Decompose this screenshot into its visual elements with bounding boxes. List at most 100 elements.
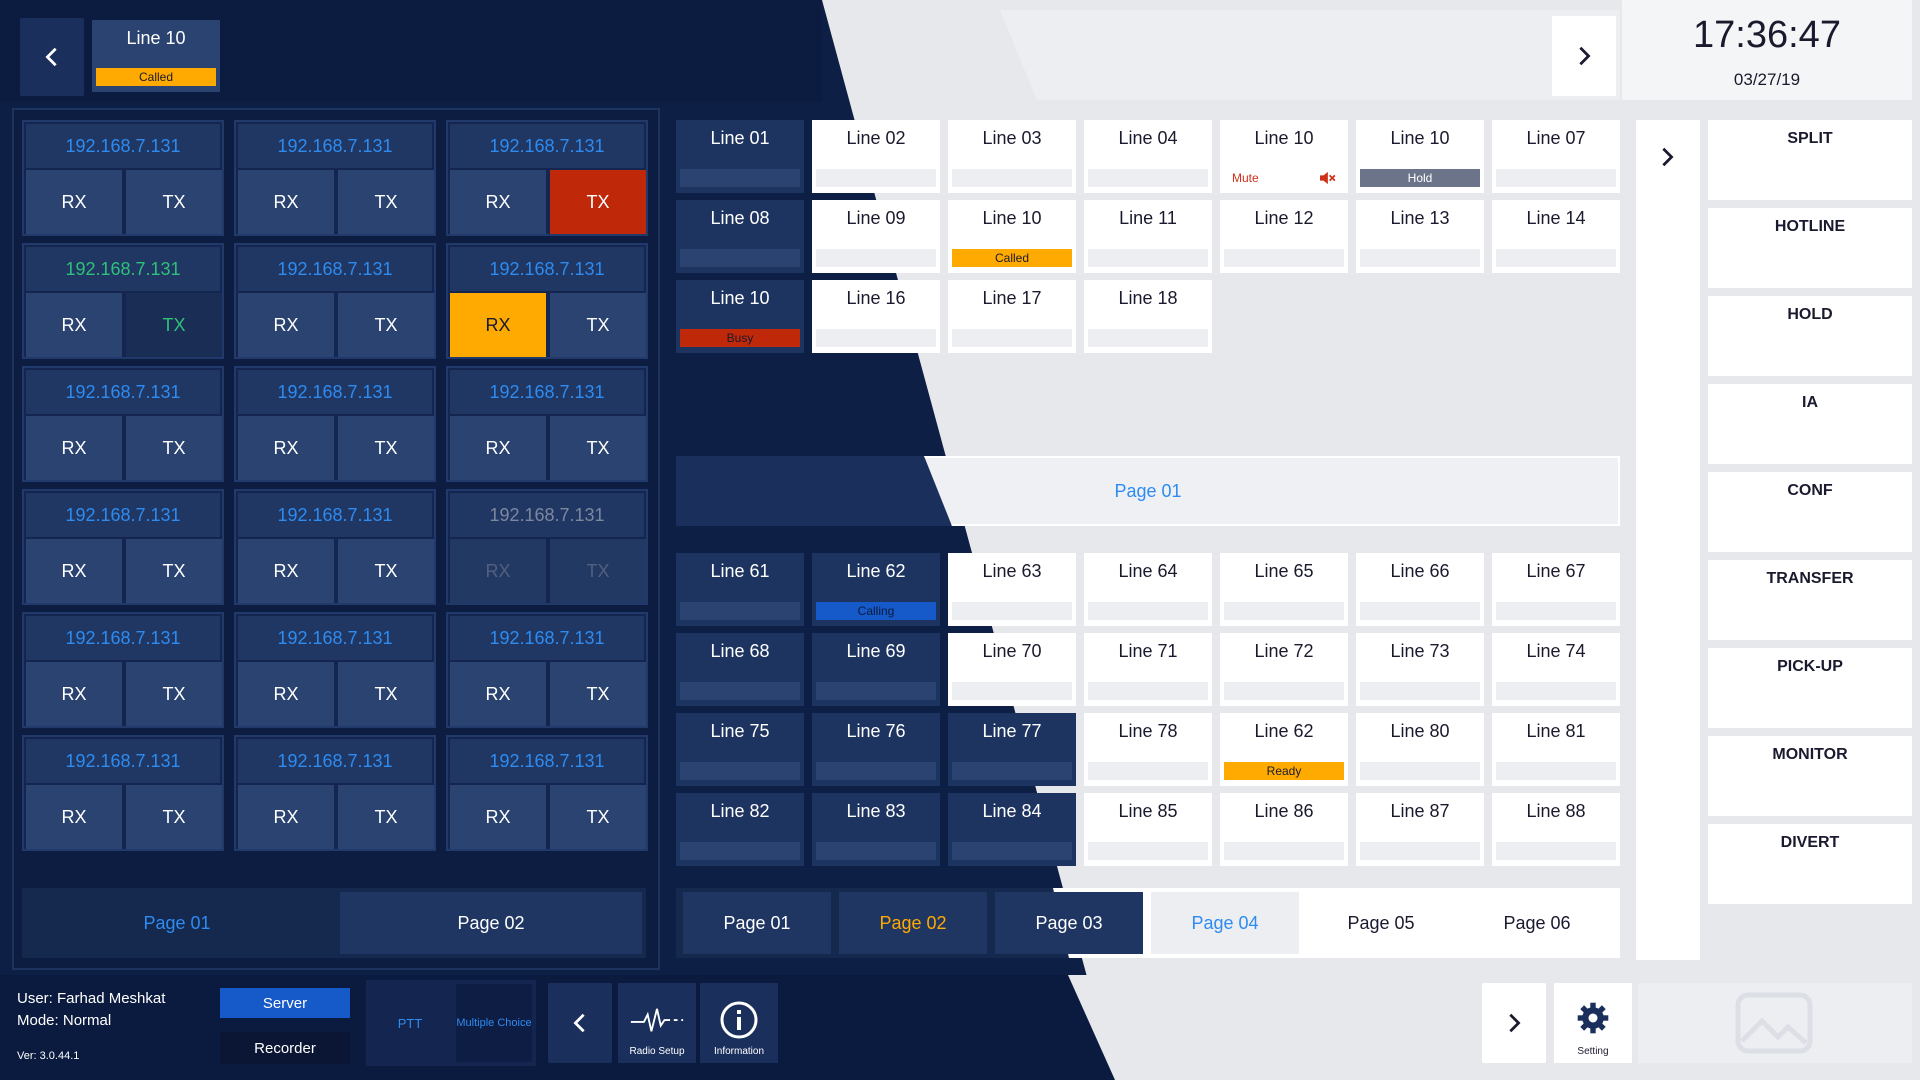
line-page-button[interactable]: Page 03	[995, 892, 1143, 954]
radio-page-01[interactable]: Page 01	[22, 888, 332, 958]
line-button[interactable]: Line 76	[812, 713, 940, 786]
line-button[interactable]: Line 08	[676, 200, 804, 273]
line-button[interactable]: Line 16	[812, 280, 940, 353]
line-button[interactable]: Line 61	[676, 553, 804, 626]
function-button[interactable]: TRANSFER	[1708, 560, 1912, 640]
line-button[interactable]: Line 85	[1084, 793, 1212, 866]
radio-rx-button[interactable]: RX	[26, 170, 122, 234]
top-next-button[interactable]	[1552, 16, 1616, 96]
line-button[interactable]: Line 82	[676, 793, 804, 866]
radio-tx-button[interactable]: TX	[126, 170, 222, 234]
line-button[interactable]: Line 73	[1356, 633, 1484, 706]
function-button[interactable]: MONITOR	[1708, 736, 1912, 816]
radio-rx-button[interactable]: RX	[450, 170, 546, 234]
radio-tx-button[interactable]: TX	[338, 170, 434, 234]
radio-tx-button[interactable]: TX	[338, 785, 434, 849]
function-button[interactable]: SPLIT	[1708, 120, 1912, 200]
function-button[interactable]: CONF	[1708, 472, 1912, 552]
function-button[interactable]: PICK-UP	[1708, 648, 1912, 728]
radio-tx-button[interactable]: TX	[550, 170, 646, 234]
radio-tx-button[interactable]: TX	[338, 662, 434, 726]
top-prev-button[interactable]	[20, 18, 84, 96]
line-button[interactable]: Line 65	[1220, 553, 1348, 626]
line-button[interactable]: Line 81	[1492, 713, 1620, 786]
radio-rx-button[interactable]: RX	[26, 662, 122, 726]
line-button[interactable]: Line 83	[812, 793, 940, 866]
function-button[interactable]: DIVERT	[1708, 824, 1912, 904]
line-page-button[interactable]: Page 02	[839, 892, 987, 954]
radio-rx-button[interactable]: RX	[450, 662, 546, 726]
line-button[interactable]: Line 69	[812, 633, 940, 706]
line-button[interactable]: Line 18	[1084, 280, 1212, 353]
line-button[interactable]: Line 10 Mute	[1220, 120, 1348, 193]
line-button[interactable]: Line 72	[1220, 633, 1348, 706]
radio-page-02[interactable]: Page 02	[340, 892, 642, 954]
function-button[interactable]: IA	[1708, 384, 1912, 464]
line-button[interactable]: Line 67	[1492, 553, 1620, 626]
line-button[interactable]: Line 10 Busy	[676, 280, 804, 353]
radio-rx-button[interactable]: RX	[450, 785, 546, 849]
line-button[interactable]: Line 01	[676, 120, 804, 193]
radio-rx-button[interactable]: RX	[238, 785, 334, 849]
line-button[interactable]: Line 68	[676, 633, 804, 706]
line-button[interactable]: Line 62 Calling	[812, 553, 940, 626]
radio-rx-button[interactable]: RX	[450, 539, 546, 603]
recorder-button[interactable]: Recorder	[220, 1032, 350, 1064]
line-button[interactable]: Line 14	[1492, 200, 1620, 273]
radio-tx-button[interactable]: TX	[338, 416, 434, 480]
middle-page-label[interactable]: Page 01	[676, 456, 1620, 526]
radio-rx-button[interactable]: RX	[238, 539, 334, 603]
radio-tx-button[interactable]: TX	[550, 293, 646, 357]
line-button[interactable]: Line 74	[1492, 633, 1620, 706]
line-button[interactable]: Line 64	[1084, 553, 1212, 626]
line-button[interactable]: Line 66	[1356, 553, 1484, 626]
line-button[interactable]: Line 13	[1356, 200, 1484, 273]
line-button[interactable]: Line 03	[948, 120, 1076, 193]
line-button[interactable]: Line 11	[1084, 200, 1212, 273]
footer-next-button[interactable]	[1482, 983, 1546, 1063]
line-button[interactable]: Line 87	[1356, 793, 1484, 866]
line-button[interactable]: Line 12	[1220, 200, 1348, 273]
multiple-choice-button[interactable]: Multiple Choice	[456, 984, 532, 1062]
radio-rx-button[interactable]: RX	[26, 416, 122, 480]
radio-rx-button[interactable]: RX	[450, 293, 546, 357]
lines-next-column[interactable]	[1636, 120, 1700, 960]
radio-rx-button[interactable]: RX	[26, 293, 122, 357]
information-button[interactable]: Information	[700, 983, 778, 1063]
radio-rx-button[interactable]: RX	[238, 416, 334, 480]
radio-rx-button[interactable]: RX	[26, 539, 122, 603]
line-page-button[interactable]: Page 01	[683, 892, 831, 954]
line-button[interactable]: Line 71	[1084, 633, 1212, 706]
line-button[interactable]: Line 04	[1084, 120, 1212, 193]
radio-tx-button[interactable]: TX	[550, 662, 646, 726]
radio-rx-button[interactable]: RX	[238, 662, 334, 726]
radio-tx-button[interactable]: TX	[126, 662, 222, 726]
line-button[interactable]: Line 78	[1084, 713, 1212, 786]
line-button[interactable]: Line 75	[676, 713, 804, 786]
line-button[interactable]: Line 80	[1356, 713, 1484, 786]
line-button[interactable]: Line 63	[948, 553, 1076, 626]
line-button[interactable]: Line 10 Hold	[1356, 120, 1484, 193]
line-page-button[interactable]: Page 04	[1151, 892, 1299, 954]
footer-prev-button[interactable]	[548, 983, 612, 1063]
radio-tx-button[interactable]: TX	[126, 539, 222, 603]
line-page-button[interactable]: Page 06	[1463, 892, 1611, 954]
radio-tx-button[interactable]: TX	[550, 416, 646, 480]
line-button[interactable]: Line 86	[1220, 793, 1348, 866]
line-button[interactable]: Line 10 Called	[948, 200, 1076, 273]
radio-rx-button[interactable]: RX	[238, 170, 334, 234]
server-button[interactable]: Server	[220, 988, 350, 1018]
radio-tx-button[interactable]: TX	[126, 416, 222, 480]
line-button[interactable]: Line 84	[948, 793, 1076, 866]
radio-tx-button[interactable]: TX	[126, 293, 222, 357]
setting-button[interactable]: Setting	[1554, 983, 1632, 1063]
line-button[interactable]: Line 62 Ready	[1220, 713, 1348, 786]
radio-tx-button[interactable]: TX	[338, 293, 434, 357]
radio-tx-button[interactable]: TX	[126, 785, 222, 849]
radio-tx-button[interactable]: TX	[550, 785, 646, 849]
ptt-button[interactable]: PTT	[370, 984, 450, 1062]
line-button[interactable]: Line 77	[948, 713, 1076, 786]
line-button[interactable]: Line 02	[812, 120, 940, 193]
radio-rx-button[interactable]: RX	[238, 293, 334, 357]
function-button[interactable]: HOTLINE	[1708, 208, 1912, 288]
